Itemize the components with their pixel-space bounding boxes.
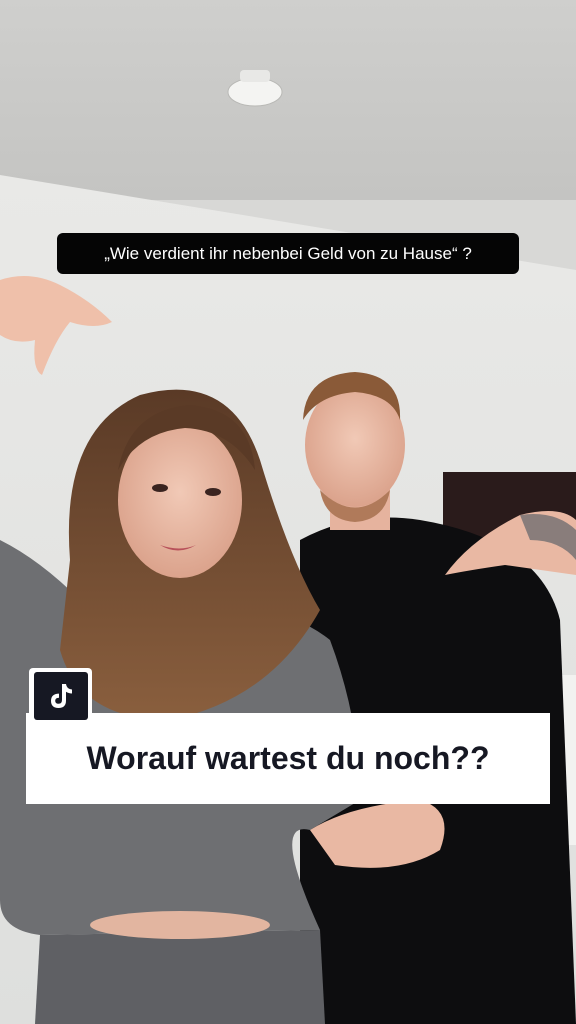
caption-text: „Wie verdient ihr nebenbei Geld von zu H… bbox=[104, 243, 472, 263]
banner-text: Worauf wartest du noch?? bbox=[86, 740, 490, 776]
tiktok-logo-icon bbox=[33, 672, 88, 720]
tiktok-badge bbox=[29, 668, 92, 724]
text-banner: Worauf wartest du noch?? bbox=[26, 713, 550, 804]
video-frame bbox=[0, 0, 576, 1024]
video-caption-top: „Wie verdient ihr nebenbei Geld von zu H… bbox=[57, 233, 519, 274]
